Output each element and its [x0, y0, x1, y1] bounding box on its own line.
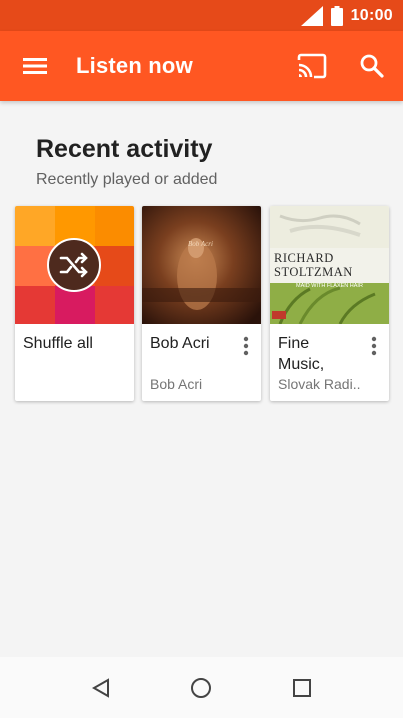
- menu-button[interactable]: [20, 53, 50, 79]
- album-art-text: Bob Acri: [188, 240, 213, 248]
- album-card-fine-music[interactable]: RICHARD STOLTZMAN MAID WITH FLAXEN HAIR …: [270, 206, 389, 401]
- card-title: Fine Music,: [278, 335, 325, 373]
- shuffle-mosaic: [15, 206, 134, 324]
- cast-icon: [297, 53, 327, 79]
- shuffle-all-card[interactable]: Shuffle all: [15, 206, 134, 401]
- album-card-bob-acri[interactable]: Bob Acri Bob Acri Bob Acri: [142, 206, 261, 401]
- card-subtitle: Slovak Radi..: [278, 376, 361, 392]
- card-title: Bob Acri: [150, 335, 210, 352]
- album-art: Bob Acri: [142, 206, 261, 324]
- album-art-text: STOLTZMAN: [274, 265, 353, 279]
- shuffle-art: [15, 206, 134, 324]
- status-time: 10:00: [350, 6, 393, 24]
- more-options-button[interactable]: [237, 334, 255, 358]
- cast-button[interactable]: [296, 51, 328, 81]
- page-title: Listen now: [76, 53, 193, 78]
- album-art-text: RICHARD: [274, 251, 334, 265]
- card-title: Shuffle all: [23, 335, 93, 352]
- app-bar: Listen now: [0, 31, 403, 101]
- back-button[interactable]: [86, 673, 116, 703]
- more-vert-icon: [371, 336, 377, 356]
- more-options-button[interactable]: [365, 334, 383, 358]
- section-subtitle: Recently played or added: [36, 171, 218, 188]
- recents-button[interactable]: [287, 673, 317, 703]
- section-title: Recent activity: [36, 135, 213, 163]
- status-icons: 10:00: [300, 0, 393, 31]
- recents-icon: [293, 679, 311, 697]
- home-icon: [191, 678, 211, 698]
- back-icon: [91, 678, 109, 698]
- system-nav-bar: [0, 657, 403, 718]
- search-button[interactable]: [358, 51, 386, 81]
- album-art-image: RICHARD STOLTZMAN MAID WITH FLAXEN HAIR: [270, 206, 389, 324]
- album-art-text: MAID WITH FLAXEN HAIR: [296, 283, 363, 289]
- card-subtitle: Bob Acri: [150, 376, 203, 392]
- album-art-image: Bob Acri: [142, 206, 261, 324]
- home-button[interactable]: [186, 673, 216, 703]
- signal-icon: [300, 5, 323, 26]
- more-vert-icon: [243, 336, 249, 356]
- status-bar: 10:00: [0, 0, 403, 31]
- menu-icon: [23, 58, 47, 74]
- battery-icon: [330, 5, 343, 26]
- search-icon: [360, 54, 384, 78]
- album-art: RICHARD STOLTZMAN MAID WITH FLAXEN HAIR: [270, 206, 389, 324]
